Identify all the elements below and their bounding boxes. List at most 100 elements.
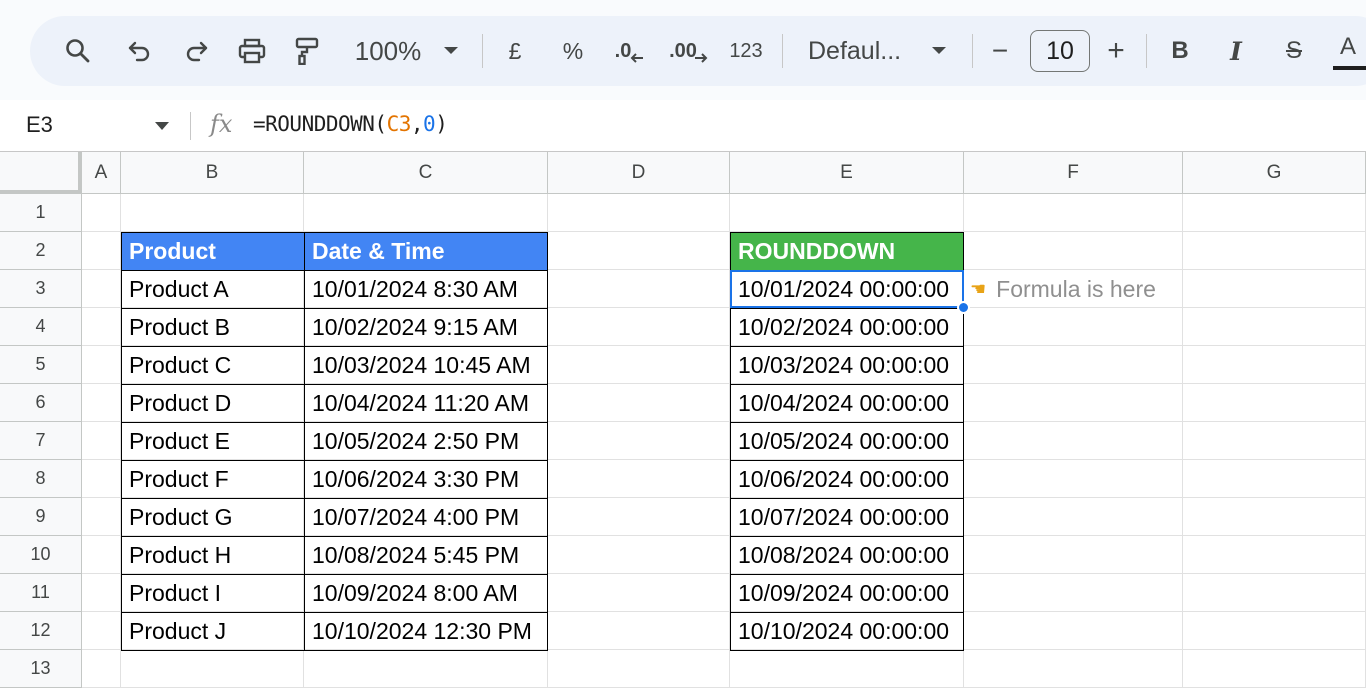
row-header-11[interactable]: 11 <box>0 574 82 612</box>
decrease-decimal-button[interactable]: .0 <box>610 16 650 86</box>
column-header-e[interactable]: E <box>730 152 964 194</box>
grid-cell[interactable] <box>304 194 548 232</box>
datetime-cell[interactable]: 10/05/2024 2:50 PM <box>304 422 548 461</box>
grid-cell[interactable] <box>964 384 1183 422</box>
grid-cell[interactable] <box>548 384 730 422</box>
row-header-7[interactable]: 7 <box>0 422 82 460</box>
more-formats-button[interactable]: 123 <box>726 16 766 86</box>
grid-cell[interactable] <box>1183 612 1366 650</box>
percent-format-button[interactable]: % <box>558 16 588 86</box>
grid-cell[interactable] <box>1183 270 1366 308</box>
column-header-d[interactable]: D <box>548 152 730 194</box>
increase-font-size-button[interactable]: + <box>1102 16 1130 86</box>
grid-cell[interactable] <box>548 612 730 650</box>
product-cell[interactable]: Product C <box>121 346 305 385</box>
grid-cell[interactable] <box>82 346 121 384</box>
grid-cell[interactable] <box>730 650 964 688</box>
header-product[interactable]: Product <box>121 232 305 271</box>
product-cell[interactable]: Product D <box>121 384 305 423</box>
grid-cell[interactable] <box>548 194 730 232</box>
grid-cell[interactable] <box>548 270 730 308</box>
grid-cell[interactable] <box>1183 498 1366 536</box>
grid-cell[interactable] <box>82 650 121 688</box>
rounddown-cell[interactable]: 10/01/2024 00:00:00 <box>730 270 964 309</box>
grid-cell[interactable] <box>82 422 121 460</box>
grid-cell[interactable] <box>1183 308 1366 346</box>
grid-cell[interactable] <box>1183 536 1366 574</box>
datetime-cell[interactable]: 10/09/2024 8:00 AM <box>304 574 548 613</box>
font-size-input[interactable]: 10 <box>1030 30 1090 72</box>
grid-cell[interactable] <box>1183 422 1366 460</box>
rounddown-cell[interactable]: 10/08/2024 00:00:00 <box>730 536 964 575</box>
rounddown-cell[interactable]: 10/09/2024 00:00:00 <box>730 574 964 613</box>
row-header-2[interactable]: 2 <box>0 232 82 270</box>
grid-cell[interactable] <box>548 650 730 688</box>
row-header-10[interactable]: 10 <box>0 536 82 574</box>
rounddown-cell[interactable]: 10/05/2024 00:00:00 <box>730 422 964 461</box>
grid-cell[interactable] <box>304 650 548 688</box>
product-cell[interactable]: Product F <box>121 460 305 499</box>
grid-cell[interactable] <box>548 232 730 270</box>
datetime-cell[interactable]: 10/10/2024 12:30 PM <box>304 612 548 651</box>
row-header-13[interactable]: 13 <box>0 650 82 688</box>
grid-cell[interactable] <box>964 346 1183 384</box>
row-header-6[interactable]: 6 <box>0 384 82 422</box>
product-cell[interactable]: Product B <box>121 308 305 347</box>
grid-cell[interactable] <box>548 308 730 346</box>
grid-cell[interactable] <box>1183 384 1366 422</box>
text-color-button[interactable]: A <box>1334 16 1362 86</box>
product-cell[interactable]: Product I <box>121 574 305 613</box>
row-header-12[interactable]: 12 <box>0 612 82 650</box>
row-header-4[interactable]: 4 <box>0 308 82 346</box>
grid-cell[interactable] <box>548 574 730 612</box>
fill-handle[interactable] <box>957 301 970 314</box>
row-header-9[interactable]: 9 <box>0 498 82 536</box>
grid-cell[interactable] <box>964 612 1183 650</box>
paint-format-icon[interactable] <box>292 16 322 86</box>
chevron-down-icon[interactable] <box>440 16 462 86</box>
chevron-down-icon[interactable] <box>155 122 169 130</box>
chevron-down-icon[interactable] <box>928 16 950 86</box>
grid-cell[interactable] <box>82 612 121 650</box>
datetime-cell[interactable]: 10/07/2024 4:00 PM <box>304 498 548 537</box>
increase-decimal-button[interactable]: .00 <box>666 16 712 86</box>
undo-icon[interactable] <box>122 16 158 86</box>
font-family-select[interactable]: Defaul... <box>808 16 908 86</box>
bold-button[interactable]: B <box>1168 16 1192 86</box>
decrease-font-size-button[interactable]: − <box>986 16 1014 86</box>
select-all-corner[interactable] <box>0 152 82 194</box>
grid-cell[interactable] <box>121 650 304 688</box>
datetime-cell[interactable]: 10/02/2024 9:15 AM <box>304 308 548 347</box>
grid-cell[interactable] <box>548 346 730 384</box>
name-box[interactable]: E3 <box>26 112 53 138</box>
grid-cell[interactable] <box>1183 650 1366 688</box>
grid-cell[interactable] <box>964 422 1183 460</box>
rounddown-cell[interactable]: 10/02/2024 00:00:00 <box>730 308 964 347</box>
grid-cell[interactable] <box>82 384 121 422</box>
rounddown-cell[interactable]: 10/06/2024 00:00:00 <box>730 460 964 499</box>
print-icon[interactable] <box>234 16 270 86</box>
grid-cell[interactable] <box>82 232 121 270</box>
header-date-time[interactable]: Date & Time <box>304 232 548 271</box>
grid-cell[interactable] <box>548 536 730 574</box>
rounddown-cell[interactable]: 10/10/2024 00:00:00 <box>730 612 964 651</box>
grid-cell[interactable] <box>730 194 964 232</box>
product-cell[interactable]: Product H <box>121 536 305 575</box>
product-cell[interactable]: Product A <box>121 270 305 309</box>
redo-icon[interactable] <box>178 16 214 86</box>
zoom-select[interactable]: 100% <box>348 16 428 86</box>
grid-cell[interactable] <box>82 460 121 498</box>
grid-cell[interactable] <box>82 498 121 536</box>
grid-cell[interactable] <box>1183 574 1366 612</box>
datetime-cell[interactable]: 10/04/2024 11:20 AM <box>304 384 548 423</box>
grid-cell[interactable] <box>964 232 1183 270</box>
grid-cell[interactable] <box>964 460 1183 498</box>
datetime-cell[interactable]: 10/06/2024 3:30 PM <box>304 460 548 499</box>
grid-cell[interactable] <box>1183 460 1366 498</box>
grid-cell[interactable] <box>1183 232 1366 270</box>
grid-cell[interactable] <box>82 194 121 232</box>
grid-cell[interactable] <box>82 574 121 612</box>
datetime-cell[interactable]: 10/01/2024 8:30 AM <box>304 270 548 309</box>
grid-cell[interactable] <box>82 270 121 308</box>
grid-cell[interactable] <box>964 308 1183 346</box>
